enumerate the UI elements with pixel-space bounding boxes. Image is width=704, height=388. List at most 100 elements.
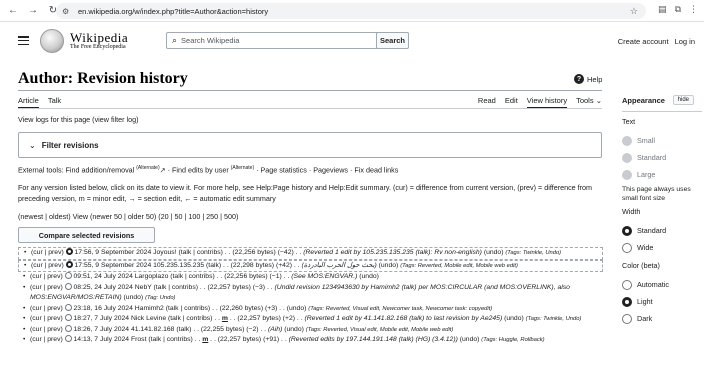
undo-link[interactable]: (undo) bbox=[287, 305, 307, 312]
tab-article[interactable]: Article bbox=[18, 96, 39, 108]
forward-icon[interactable]: → bbox=[26, 4, 40, 18]
undo-link[interactable]: (undo) bbox=[484, 249, 504, 256]
revision-diff-size: (+2) bbox=[282, 315, 296, 322]
revision-summary: (Reverted 1 edit by 41.141.82.168 (talk)… bbox=[304, 315, 503, 322]
help-label: Help bbox=[587, 74, 603, 84]
revision-user-tools[interactable]: (talk | contribs) bbox=[178, 249, 222, 256]
revision-summary: (Reverted edits by 197.144.191.148 (talk… bbox=[288, 336, 458, 343]
text-size-small[interactable]: Small bbox=[622, 132, 702, 149]
undo-link[interactable]: (undo) bbox=[359, 273, 379, 280]
external-tools-rest[interactable]: · Page statistics · Pageviews · Fix dead… bbox=[254, 165, 398, 174]
revision-select-radio[interactable] bbox=[64, 303, 72, 311]
revision-select-radio[interactable] bbox=[64, 324, 72, 332]
revision-date-link[interactable]: 08:25, 24 July 2024 bbox=[74, 284, 133, 291]
width-wide[interactable]: Wide bbox=[622, 239, 702, 256]
width-standard[interactable]: Standard bbox=[622, 222, 702, 239]
color-automatic[interactable]: Automatic bbox=[622, 276, 702, 293]
history-pager[interactable]: (newest | oldest) View (newer 50 | older… bbox=[18, 212, 238, 221]
extensions-icon[interactable]: ⧉ bbox=[675, 4, 681, 15]
revision-user-tools[interactable]: (talk | contribs) bbox=[148, 336, 192, 343]
revision-select-radio[interactable] bbox=[64, 282, 72, 290]
tab-talk[interactable]: Talk bbox=[48, 96, 61, 108]
wikipedia-globe-logo[interactable] bbox=[40, 29, 64, 53]
search-input[interactable] bbox=[181, 36, 372, 45]
undo-link[interactable]: (undo) bbox=[379, 262, 399, 269]
appearance-title: Appearance bbox=[622, 95, 665, 105]
search-button[interactable]: Search bbox=[376, 32, 409, 49]
color-light[interactable]: Light bbox=[622, 293, 702, 310]
tab-tools[interactable]: Tools ⌄ bbox=[576, 96, 602, 108]
help-link[interactable]: ? Help bbox=[574, 74, 602, 84]
diff-links[interactable]: (cur | prev) bbox=[30, 284, 63, 291]
revision-user-link[interactable]: 41.141.82.168 bbox=[131, 326, 174, 333]
revision-date-link[interactable]: 14:13, 7 July 2024 bbox=[74, 336, 130, 343]
alternate-link-1[interactable]: (Alternate) bbox=[136, 165, 159, 171]
revision-date-link[interactable]: 17:55, 9 September 2024 bbox=[75, 262, 152, 269]
alternate-link-2[interactable]: (Alternate) bbox=[231, 165, 254, 171]
diff-links[interactable]: (cur | prev) bbox=[30, 315, 63, 322]
color-dark[interactable]: Dark bbox=[622, 310, 702, 327]
revision-user-tools[interactable]: (talk) bbox=[176, 326, 191, 333]
revision-user-link[interactable]: 105.235.135.235 bbox=[153, 262, 204, 269]
tab-edit[interactable]: Edit bbox=[505, 96, 518, 108]
text-size-large[interactable]: Large bbox=[622, 166, 702, 183]
revision-user-tools[interactable]: (talk | contribs) bbox=[170, 273, 214, 280]
revision-user-link[interactable]: Largoplazo bbox=[135, 273, 169, 280]
hide-appearance-button[interactable]: hide bbox=[672, 95, 694, 105]
revision-select-radio[interactable] bbox=[65, 248, 73, 255]
compare-revisions-button[interactable]: Compare selected revisions bbox=[18, 227, 155, 243]
bullet: • bbox=[23, 325, 26, 333]
revision-select-radio[interactable] bbox=[64, 272, 72, 279]
undo-link[interactable]: (undo) bbox=[504, 315, 524, 322]
back-icon[interactable]: ← bbox=[6, 4, 20, 18]
revision-user-tools[interactable]: (talk) bbox=[206, 262, 221, 269]
undo-link[interactable]: (undo) bbox=[460, 336, 480, 343]
revision-select-radio[interactable] bbox=[64, 314, 72, 321]
view-logs-link[interactable]: View logs for this page (view filter log… bbox=[18, 115, 139, 124]
diff-links[interactable]: (cur | prev) bbox=[30, 336, 63, 343]
revision-user-link[interactable]: NebY bbox=[135, 284, 152, 291]
undo-link[interactable]: (undo) bbox=[284, 326, 304, 333]
revision-select-radio[interactable] bbox=[65, 260, 73, 268]
revision-diff-size: (−42) bbox=[277, 249, 294, 256]
revision-user-link[interactable]: Joyous! bbox=[153, 249, 176, 256]
revision-date-link[interactable]: 18:26, 7 July 2024 bbox=[74, 326, 130, 333]
diff-links[interactable]: (cur | prev) bbox=[30, 273, 63, 280]
menu-icon[interactable]: ⋮ bbox=[689, 4, 698, 15]
main-menu-icon[interactable] bbox=[18, 36, 29, 45]
filter-revisions-toggle[interactable]: ⌄ Filter revisions bbox=[18, 132, 602, 158]
tab-view-history[interactable]: View history bbox=[526, 96, 568, 108]
diff-links[interactable]: (cur | prev) bbox=[30, 305, 63, 312]
revision-list: • (cur | prev) 17:56, 9 September 2024 Jo… bbox=[18, 247, 603, 346]
revision-date-link[interactable]: 18:27, 7 July 2024 bbox=[74, 315, 130, 322]
revision-user-link[interactable]: Frost bbox=[131, 336, 146, 343]
revision-user-tools[interactable]: (talk | contribs) bbox=[166, 305, 210, 312]
tab-read[interactable]: Read bbox=[478, 96, 496, 108]
revision-user-tools[interactable]: (talk | contribs) bbox=[168, 315, 212, 322]
text-size-standard[interactable]: Standard bbox=[622, 149, 702, 166]
diff-links[interactable]: (cur | prev) bbox=[30, 326, 63, 333]
create-account-link[interactable]: Create account bbox=[618, 37, 669, 46]
sidebar-divider bbox=[622, 111, 702, 112]
revision-date-link[interactable]: 17:56, 9 September 2024 bbox=[75, 249, 152, 256]
bookmark-star-icon[interactable]: ☆ bbox=[630, 6, 638, 17]
revision-select-radio[interactable] bbox=[64, 335, 72, 342]
revision-user-link[interactable]: Hamimh2 bbox=[135, 305, 164, 312]
revision-date-link[interactable]: 09:51, 24 July 2024 bbox=[74, 273, 133, 280]
external-tools-find-edits[interactable]: · Find edits by user bbox=[166, 165, 229, 174]
history-instructions: For any version listed below, click on i… bbox=[18, 183, 593, 203]
revision-tags: (Tags: Twinkle, Undo) bbox=[505, 250, 562, 256]
site-info-icon[interactable]: ⚙ bbox=[62, 7, 74, 16]
reading-list-icon[interactable]: ▤ bbox=[658, 4, 667, 15]
log-in-link[interactable]: Log in bbox=[675, 37, 695, 46]
address-bar[interactable]: ⚙ en.wikipedia.org/w/index.php?title=Aut… bbox=[56, 3, 646, 19]
diff-links[interactable]: (cur | prev) bbox=[31, 249, 64, 256]
tools-label: Tools bbox=[576, 96, 594, 105]
external-tools-find-addition[interactable]: External tools: Find addition/removal bbox=[18, 165, 134, 174]
diff-links[interactable]: (cur | prev) bbox=[31, 262, 64, 269]
revision-date-link[interactable]: 23:18, 16 July 2024 bbox=[74, 305, 133, 312]
revision-tags: (Tags: Reverted, Visual edit, Newcomer t… bbox=[308, 305, 493, 312]
revision-user-tools[interactable]: (talk | contribs) bbox=[154, 284, 198, 291]
undo-link[interactable]: (undo) bbox=[124, 294, 144, 301]
revision-user-link[interactable]: Nick Levine bbox=[131, 315, 166, 322]
